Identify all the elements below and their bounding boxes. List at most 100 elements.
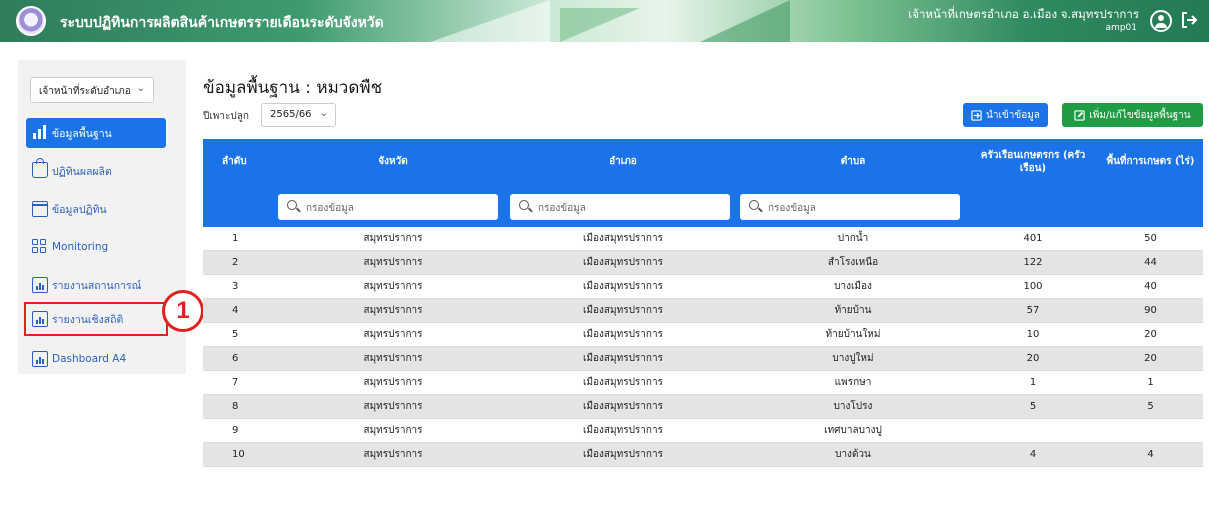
sidebar-item-production-calendar[interactable]: ปฏิทินผลผลิต <box>26 156 166 186</box>
logout-icon[interactable] <box>1179 10 1199 30</box>
row-district: เมืองสมุทรปราการ <box>583 401 663 412</box>
table-header: ลำดับ จังหวัด อำเภอ ตำบล ครัวเรือนเกษตรก… <box>203 139 1203 184</box>
sidebar-item-label: ข้อมูลพื้นฐาน <box>52 127 112 140</box>
import-data-button[interactable]: นำเข้าข้อมูล <box>963 103 1048 127</box>
report-icon <box>32 311 48 327</box>
table-row[interactable]: 2 สมุทรปราการ เมืองสมุทรปราการ สำโรงเหนือ 12… <box>203 251 1203 275</box>
row-subdistrict: เทศบาลบางปู <box>824 425 882 436</box>
row-farm-area <box>1098 419 1203 442</box>
row-district: เมืองสมุทรปราการ <box>583 233 663 244</box>
sidebar-item-label: ข้อมูลปฏิทิน <box>52 203 107 216</box>
row-province: สมุทรปราการ <box>363 281 423 292</box>
column-header[interactable]: จังหวัด <box>278 139 508 184</box>
row-households <box>968 419 1098 442</box>
row-subdistrict: ท้ายบ้าน <box>834 305 872 316</box>
row-farm-area: 50 <box>1144 233 1157 244</box>
table-row[interactable]: 10 สมุทรปราการ เมืองสมุทรปราการ บางด้วน 4 4 <box>203 443 1203 467</box>
top-header: ระบบปฏิทินการผลิตสินค้าเกษตรรายเดือนระดั… <box>0 0 1209 42</box>
row-households: 1 <box>1029 377 1037 388</box>
row-index: 5 <box>232 329 239 340</box>
user-role: เจ้าหน้าที่เกษตรอำเภอ อ.เมือง จ.สมุทรปรา… <box>908 7 1139 21</box>
search-icon <box>287 200 297 210</box>
table-body: 1 สมุทรปราการ เมืองสมุทรปราการ ปากน้ำ 401 50 2… <box>203 227 1203 467</box>
row-farm-area: 90 <box>1144 305 1157 316</box>
row-farm-area: 5 <box>1147 401 1154 412</box>
row-households: 20 <box>1026 353 1040 364</box>
row-index: 4 <box>232 305 239 316</box>
column-header[interactable]: ลำดับ <box>203 139 278 184</box>
row-subdistrict: ท้ายบ้านใหม่ <box>825 329 881 340</box>
filter-row: กรองข้อมูล กรองข้อมูล กรองข้อมูล <box>203 184 1203 227</box>
basket-icon <box>32 158 48 178</box>
row-farm-area: 4 <box>1147 449 1154 460</box>
table-row[interactable]: 6 สมุทรปราการ เมืองสมุทรปราการ บางปูใหม่ 20 2… <box>203 347 1203 371</box>
row-farm-area: 20 <box>1144 353 1157 364</box>
user-profile-icon[interactable] <box>1150 10 1172 32</box>
sidebar-item-basic-data[interactable]: ข้อมูลพื้นฐาน <box>26 118 166 148</box>
season-label: ปีเพาะปลูก <box>203 111 249 122</box>
sidebar-item-calendar-data[interactable]: ข้อมูลปฏิทิน <box>26 194 166 224</box>
row-district: เมืองสมุทรปราการ <box>583 377 663 388</box>
table-row[interactable]: 3 สมุทรปราการ เมืองสมุทรปราการ บางเมือง 100 4… <box>203 275 1203 299</box>
subdistrict-filter-input[interactable]: กรองข้อมูล <box>740 194 960 220</box>
row-index: 6 <box>232 353 239 364</box>
table-row[interactable]: 7 สมุทรปราการ เมืองสมุทรปราการ แพรกษา 1 1 <box>203 371 1203 395</box>
sidebar-item-statistics-report[interactable]: รายงานเชิงสถิติ <box>24 302 168 336</box>
user-level-select[interactable]: เจ้าหน้าที่ระดับอำเภอ ⌄ <box>30 77 154 103</box>
row-index: 1 <box>232 233 239 244</box>
row-index: 10 <box>232 449 245 460</box>
district-filter-input[interactable]: กรองข้อมูล <box>510 194 730 220</box>
row-households: 100 <box>1023 281 1043 292</box>
column-header[interactable]: ครัวเรือนเกษตรกร (ครัวเรือน) <box>968 139 1098 184</box>
report-icon <box>32 277 48 293</box>
grid-icon <box>32 239 48 255</box>
sidebar-item-monitoring[interactable]: Monitoring <box>26 232 166 262</box>
calendar-icon <box>32 201 48 217</box>
table-row[interactable]: 8 สมุทรปราการ เมืองสมุทรปราการ บางโปรง 5 5 <box>203 395 1203 419</box>
row-district: เมืองสมุทรปราการ <box>583 449 663 460</box>
edit-icon <box>1074 109 1086 121</box>
table-row[interactable]: 4 สมุทรปราการ เมืองสมุทรปราการ ท้ายบ้าน 57 90 <box>203 299 1203 323</box>
column-header[interactable]: พื้นที่การเกษตร (ไร่) <box>1098 139 1203 184</box>
row-farm-area: 44 <box>1144 257 1157 268</box>
season-value: 2565/66 <box>270 109 312 120</box>
row-households: 57 <box>1026 305 1040 316</box>
province-filter-input[interactable]: กรองข้อมูล <box>278 194 498 220</box>
row-district: เมืองสมุทรปราการ <box>583 425 663 436</box>
row-province: สมุทรปราการ <box>363 449 423 460</box>
row-province: สมุทรปราการ <box>363 233 423 244</box>
table-row[interactable]: 5 สมุทรปราการ เมืองสมุทรปราการ ท้ายบ้านใหม่… <box>203 323 1203 347</box>
sidebar-item-label: รายงานเชิงสถิติ <box>52 313 124 326</box>
chevron-down-icon: ⌄ <box>136 83 145 94</box>
chevron-down-icon: ⌄ <box>319 108 328 119</box>
row-district: เมืองสมุทรปราการ <box>583 281 663 292</box>
import-data-label: นำเข้าข้อมูล <box>986 109 1040 121</box>
row-province: สมุทรปราการ <box>363 401 423 412</box>
search-icon <box>519 200 529 210</box>
row-province: สมุทรปราการ <box>363 329 423 340</box>
row-households: 5 <box>1029 401 1037 412</box>
season-select[interactable]: 2565/66 ⌄ <box>261 103 336 127</box>
row-index: 8 <box>232 401 239 412</box>
data-table: ลำดับ จังหวัด อำเภอ ตำบล ครัวเรือนเกษตรก… <box>203 139 1203 467</box>
row-households: 4 <box>1029 449 1037 460</box>
sidebar: เจ้าหน้าที่ระดับอำเภอ ⌄ ข้อมูลพื้นฐาน ปฏ… <box>18 60 186 374</box>
step-marker-badge: 1 <box>162 290 204 332</box>
edit-basic-data-button[interactable]: เพิ่ม/แก้ไขข้อมูลพื้นฐาน <box>1062 103 1203 127</box>
row-subdistrict: สำโรงเหนือ <box>827 257 879 268</box>
sidebar-item-dashboard-a4[interactable]: Dashboard A4 <box>26 344 166 374</box>
row-district: เมืองสมุทรปราการ <box>583 305 663 316</box>
bar-chart-icon <box>32 125 48 141</box>
sidebar-item-situation-report[interactable]: รายงานสถานการณ์ <box>26 270 166 300</box>
row-index: 7 <box>232 377 239 388</box>
row-households: 401 <box>1023 233 1043 244</box>
table-row[interactable]: 1 สมุทรปราการ เมืองสมุทรปราการ ปากน้ำ 401 50 <box>203 227 1203 251</box>
row-subdistrict: บางปูใหม่ <box>832 353 874 364</box>
column-header[interactable]: อำเภอ <box>508 139 738 184</box>
column-header[interactable]: ตำบล <box>738 139 968 184</box>
sidebar-item-label: Dashboard A4 <box>52 353 127 365</box>
table-row[interactable]: 9 สมุทรปราการ เมืองสมุทรปราการ เทศบาลบางปู <box>203 419 1203 443</box>
row-province: สมุทรปราการ <box>363 353 423 364</box>
row-province: สมุทรปราการ <box>363 305 423 316</box>
filter-placeholder: กรองข้อมูล <box>306 203 354 214</box>
